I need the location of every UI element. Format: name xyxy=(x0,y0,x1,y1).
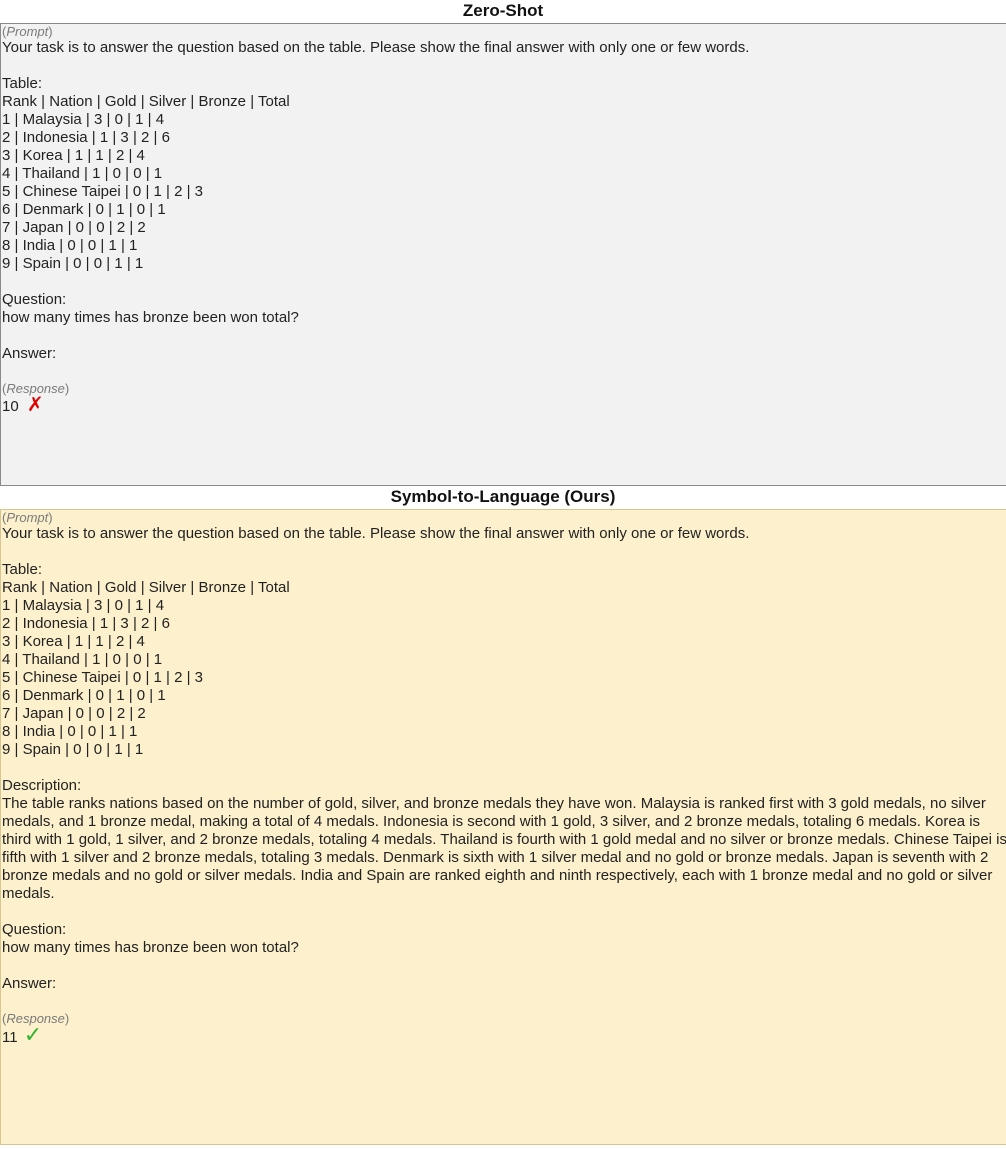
description-text: The table ranks nations based on the num… xyxy=(2,795,1006,902)
table-row: 5 | Chinese Taipei | 0 | 1 | 2 | 3 xyxy=(2,183,203,200)
table-row: 4 | Thailand | 1 | 0 | 0 | 1 xyxy=(2,165,163,182)
prompt-tag: (Prompt) xyxy=(2,510,53,525)
description-label: Description: xyxy=(2,777,82,794)
table-row: Rank | Nation | Gold | Silver | Bronze |… xyxy=(2,579,290,596)
ours-panel: (Prompt) Your task is to answer the ques… xyxy=(0,509,1006,1145)
table-row: 8 | India | 0 | 0 | 1 | 1 xyxy=(2,237,138,254)
table-row: 1 | Malaysia | 3 | 0 | 1 | 4 xyxy=(2,111,165,128)
cross-icon: ✗ xyxy=(26,394,44,416)
table-label: Table: xyxy=(2,75,43,92)
response-value: 11 xyxy=(2,1029,18,1046)
ours-title: Symbol-to-Language (Ours) xyxy=(390,487,616,506)
response-row: 11 ✓ xyxy=(2,1024,1006,1047)
answer-label: Answer: xyxy=(2,975,57,992)
question-text: how many times has bronze been won total… xyxy=(2,309,299,326)
table-row: 9 | Spain | 0 | 0 | 1 | 1 xyxy=(2,741,144,758)
response-value: 10 xyxy=(2,398,19,415)
table-label: Table: xyxy=(2,561,43,578)
table-row: 6 | Denmark | 0 | 1 | 0 | 1 xyxy=(2,201,166,218)
table-row: 5 | Chinese Taipei | 0 | 1 | 2 | 3 xyxy=(2,669,203,686)
table-row: Rank | Nation | Gold | Silver | Bronze |… xyxy=(2,93,290,110)
prompt-tag: (Prompt) xyxy=(2,24,53,39)
question-label: Question: xyxy=(2,921,67,938)
instruction-text: Your task is to answer the question base… xyxy=(2,39,750,56)
table-rows: Rank | Nation | Gold | Silver | Bronze |… xyxy=(2,579,1006,759)
response-tag: (Response) xyxy=(2,1011,70,1026)
zero-shot-title: Zero-Shot xyxy=(462,1,544,20)
zero-shot-panel: (Prompt) Your task is to answer the ques… xyxy=(0,23,1006,486)
table-row: 2 | Indonesia | 1 | 3 | 2 | 6 xyxy=(2,615,170,632)
table-rows: Rank | Nation | Gold | Silver | Bronze |… xyxy=(2,93,1006,273)
table-row: 6 | Denmark | 0 | 1 | 0 | 1 xyxy=(2,687,166,704)
instruction-text: Your task is to answer the question base… xyxy=(2,525,750,542)
answer-label: Answer: xyxy=(2,345,57,362)
table-row: 4 | Thailand | 1 | 0 | 0 | 1 xyxy=(2,651,163,668)
table-row: 8 | India | 0 | 0 | 1 | 1 xyxy=(2,723,138,740)
question-text: how many times has bronze been won total… xyxy=(2,939,299,956)
table-row: 9 | Spain | 0 | 0 | 1 | 1 xyxy=(2,255,144,272)
check-icon: ✓ xyxy=(23,1022,43,1047)
question-label: Question: xyxy=(2,291,67,308)
table-row: 3 | Korea | 1 | 1 | 2 | 4 xyxy=(2,633,145,650)
table-row: 3 | Korea | 1 | 1 | 2 | 4 xyxy=(2,147,145,164)
table-row: 1 | Malaysia | 3 | 0 | 1 | 4 xyxy=(2,597,165,614)
response-tag: (Response) xyxy=(2,381,70,396)
table-row: 2 | Indonesia | 1 | 3 | 2 | 6 xyxy=(2,129,170,146)
table-row: 7 | Japan | 0 | 0 | 2 | 2 xyxy=(2,219,146,236)
table-row: 7 | Japan | 0 | 0 | 2 | 2 xyxy=(2,705,146,722)
response-row: 10 ✗ xyxy=(2,394,1006,416)
